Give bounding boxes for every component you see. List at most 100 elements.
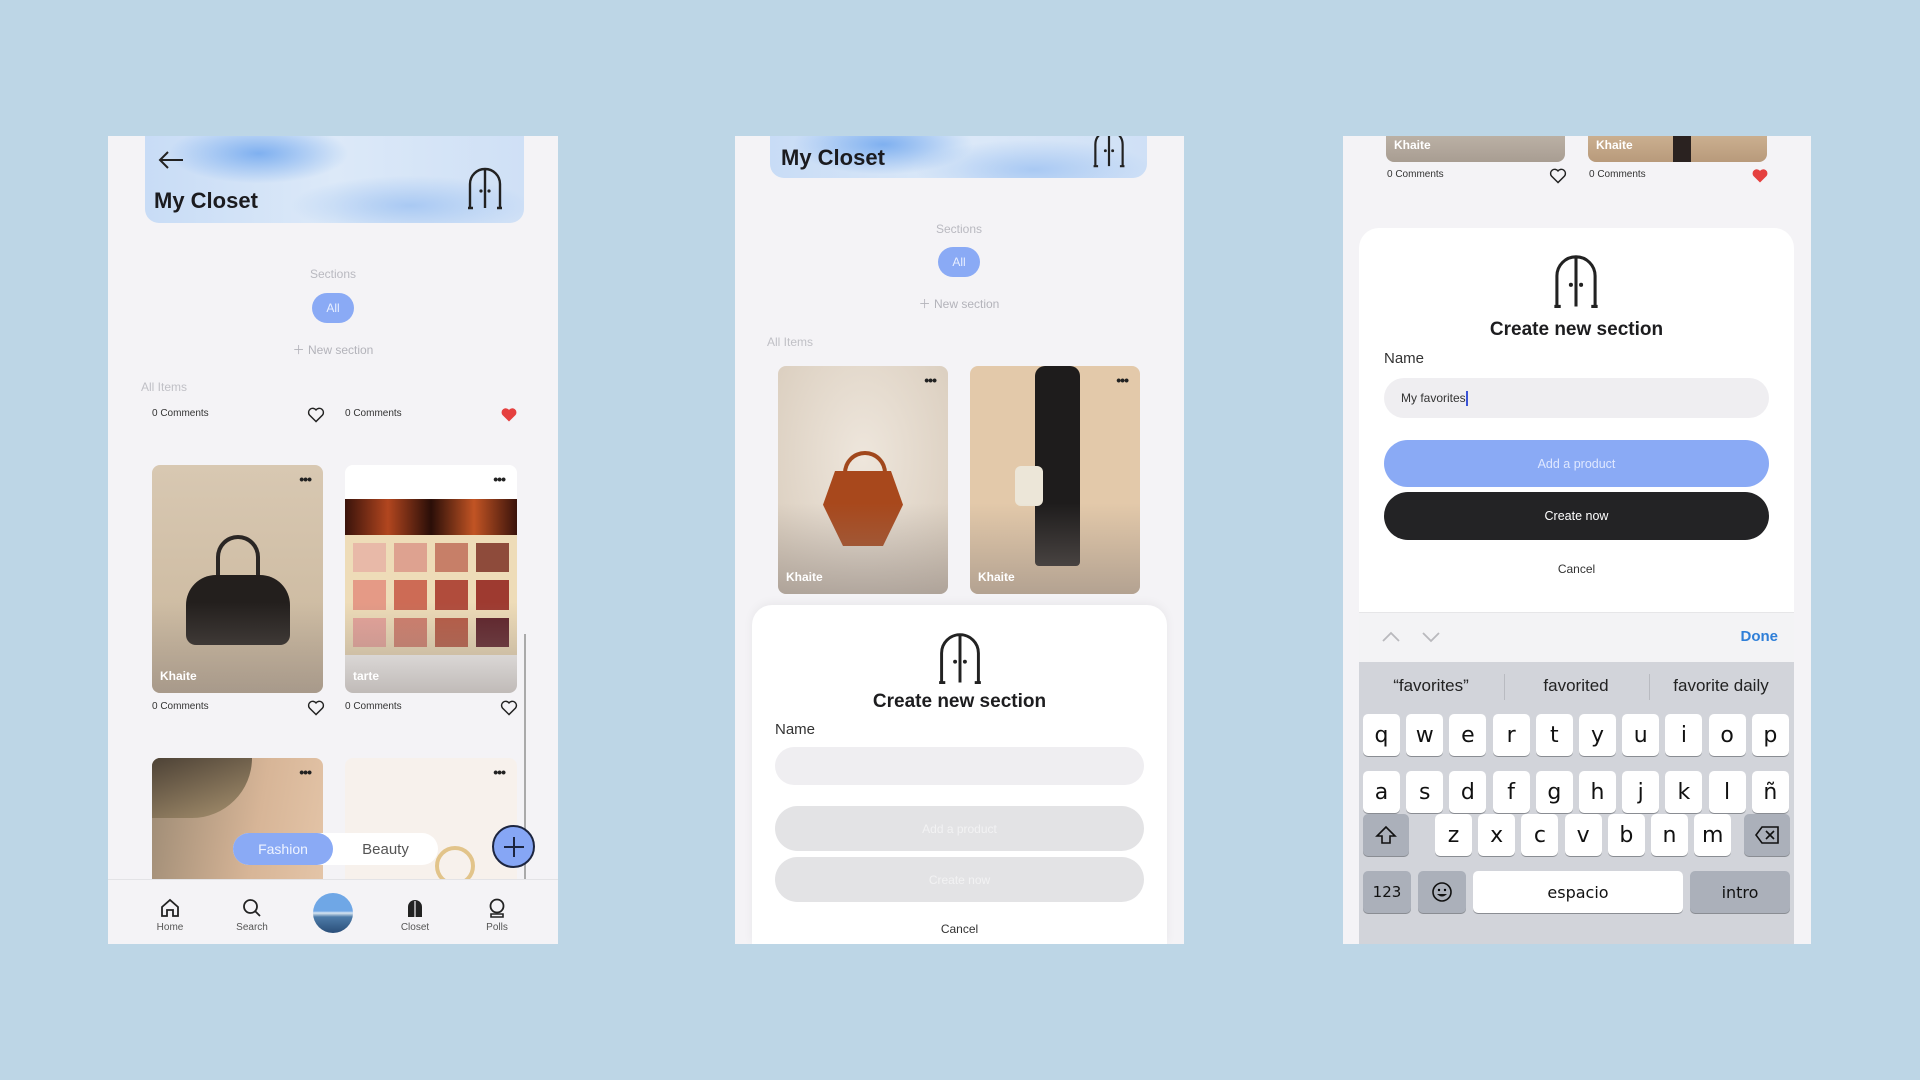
key-ñ[interactable]: ñ — [1751, 771, 1789, 813]
key-j[interactable]: j — [1622, 771, 1660, 813]
arrow-left-icon[interactable] — [158, 150, 184, 170]
section-name-input[interactable] — [775, 747, 1144, 785]
product-card[interactable]: ••• Khaite — [778, 366, 948, 594]
nav-label: Search — [236, 922, 268, 933]
heart-outline-icon[interactable] — [500, 700, 518, 716]
key-f[interactable]: f — [1492, 771, 1530, 813]
comments-count[interactable]: 0 Comments — [1589, 169, 1646, 180]
add-product-button[interactable]: Add a product — [775, 806, 1144, 851]
return-key[interactable]: intro — [1690, 871, 1790, 913]
product-card[interactable]: ••• — [152, 758, 323, 898]
key-n[interactable]: n — [1651, 814, 1688, 856]
create-now-button[interactable]: Create now — [1384, 492, 1769, 540]
create-now-button[interactable]: Create now — [775, 857, 1144, 902]
key-i[interactable]: i — [1665, 714, 1703, 756]
key-m[interactable]: m — [1694, 814, 1732, 856]
more-options-icon[interactable]: ••• — [493, 471, 506, 487]
white-bag-image — [1015, 466, 1043, 506]
product-card[interactable]: ••• Khaite — [152, 465, 323, 693]
more-options-icon[interactable]: ••• — [1116, 372, 1129, 388]
wardrobe-icon — [468, 167, 502, 210]
more-options-icon[interactable]: ••• — [299, 764, 312, 780]
space-key[interactable]: espacio — [1473, 871, 1683, 913]
add-product-button[interactable]: Add a product — [1384, 440, 1769, 487]
comments-count[interactable]: 0 Comments — [152, 701, 209, 712]
add-button[interactable] — [492, 825, 535, 868]
more-options-icon[interactable]: ••• — [493, 764, 506, 780]
comments-count[interactable]: 0 Comments — [1387, 169, 1444, 180]
nav-search[interactable]: Search — [222, 898, 282, 933]
heart-filled-icon[interactable] — [1751, 168, 1769, 184]
section-name-input[interactable]: My favorites — [1384, 378, 1769, 418]
key-c[interactable]: c — [1521, 814, 1559, 856]
key-w[interactable]: w — [1406, 714, 1444, 756]
shift-key[interactable] — [1363, 814, 1409, 856]
key-q[interactable]: q — [1363, 714, 1400, 756]
key-k[interactable]: k — [1665, 771, 1703, 813]
key-g[interactable]: g — [1535, 771, 1573, 813]
comments-count[interactable]: 0 Comments — [152, 408, 209, 419]
sections-label: Sections — [309, 267, 357, 281]
chevron-up-icon[interactable] — [1381, 631, 1401, 643]
section-pill-all[interactable]: All — [938, 247, 980, 277]
key-y[interactable]: y — [1579, 714, 1616, 756]
key-x[interactable]: x — [1478, 814, 1516, 856]
profile-avatar[interactable] — [313, 893, 353, 933]
product-card[interactable]: ••• tarte — [345, 465, 517, 693]
category-toggle: Fashion Beauty — [233, 833, 438, 865]
heart-outline-icon[interactable] — [1549, 168, 1567, 184]
more-options-icon[interactable]: ••• — [299, 471, 312, 487]
key-d[interactable]: d — [1449, 771, 1487, 813]
sections-label: Sections — [935, 222, 983, 236]
keyboard: “favorites” favorited favorite daily 123… — [1359, 662, 1794, 944]
product-card[interactable]: ••• Khaite — [970, 366, 1140, 594]
cancel-button[interactable]: Cancel — [752, 922, 1167, 936]
product-card[interactable]: Khaite — [1386, 136, 1565, 162]
fashion-tab[interactable]: Fashion — [233, 833, 333, 865]
nav-closet[interactable]: Closet — [385, 898, 445, 933]
backspace-key[interactable] — [1744, 814, 1790, 856]
product-card[interactable]: ••• — [345, 758, 517, 898]
closet-screen: My Closet Sections All ＋ New section All… — [108, 136, 558, 944]
key-u[interactable]: u — [1622, 714, 1660, 756]
key-a[interactable]: a — [1363, 771, 1400, 813]
product-card[interactable]: Khaite — [1588, 136, 1767, 162]
key-s[interactable]: s — [1406, 771, 1444, 813]
nav-home[interactable]: Home — [140, 898, 200, 933]
all-items-label: All Items — [141, 380, 188, 394]
palette-lid-image — [345, 499, 517, 535]
key-p[interactable]: p — [1751, 714, 1789, 756]
heart-outline-icon[interactable] — [307, 700, 325, 716]
cancel-button[interactable]: Cancel — [1359, 562, 1794, 576]
beauty-tab[interactable]: Beauty — [333, 833, 438, 865]
new-section-button[interactable]: ＋ New section — [919, 295, 1000, 312]
key-v[interactable]: v — [1564, 814, 1602, 856]
chevron-down-icon[interactable] — [1421, 631, 1441, 643]
comments-count[interactable]: 0 Comments — [345, 408, 402, 419]
closet-screen-create-section: My Closet Sections All ＋ New section All… — [735, 136, 1184, 944]
key-o[interactable]: o — [1708, 714, 1746, 756]
key-r[interactable]: r — [1492, 714, 1530, 756]
done-button[interactable]: Done — [1741, 628, 1779, 645]
key-h[interactable]: h — [1579, 771, 1616, 813]
new-section-label: New section — [933, 297, 1000, 311]
section-pill-all[interactable]: All — [312, 293, 354, 323]
suggestion[interactable]: favorite daily — [1673, 676, 1768, 696]
key-z[interactable]: z — [1435, 814, 1472, 856]
nav-polls[interactable]: Polls — [467, 898, 527, 933]
key-t[interactable]: t — [1535, 714, 1573, 756]
comments-count[interactable]: 0 Comments — [345, 701, 402, 712]
key-e[interactable]: e — [1449, 714, 1487, 756]
more-options-icon[interactable]: ••• — [924, 372, 937, 388]
new-section-button[interactable]: ＋ New section — [293, 341, 374, 358]
suggestion[interactable]: favorited — [1543, 676, 1608, 696]
heart-filled-icon[interactable] — [500, 407, 518, 423]
suggestion[interactable]: “favorites” — [1393, 676, 1469, 696]
numbers-key[interactable]: 123 — [1363, 871, 1411, 913]
emoji-key[interactable] — [1418, 871, 1466, 913]
plus-icon — [503, 836, 524, 857]
key-b[interactable]: b — [1607, 814, 1645, 856]
name-label: Name — [775, 721, 816, 738]
heart-outline-icon[interactable] — [307, 407, 325, 423]
key-l[interactable]: l — [1708, 771, 1746, 813]
